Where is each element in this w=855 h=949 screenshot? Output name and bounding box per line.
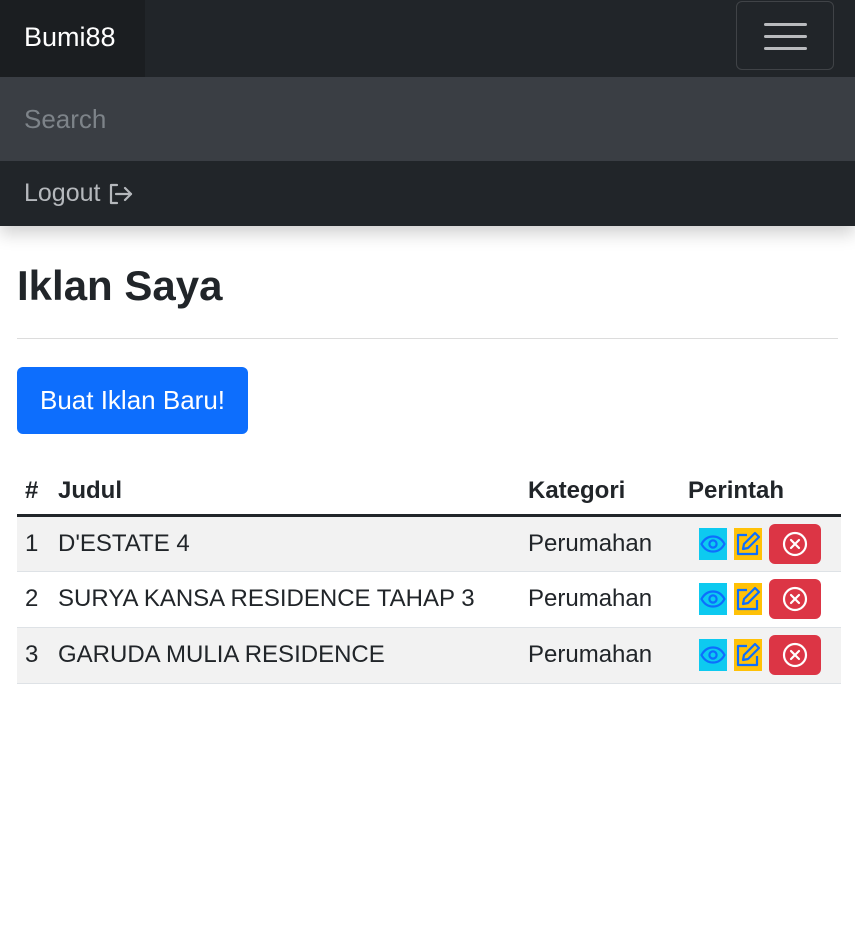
- view-button[interactable]: [699, 639, 727, 671]
- row-actions: [688, 515, 841, 572]
- search-input[interactable]: [0, 77, 855, 161]
- divider: [17, 338, 838, 339]
- x-circle-icon: [782, 586, 808, 612]
- row-actions: [688, 571, 841, 628]
- navbar-bottom: Logout: [0, 161, 855, 226]
- create-ad-button[interactable]: Buat Iklan Baru!: [17, 367, 248, 434]
- x-circle-icon: [782, 531, 808, 556]
- navbar-toggler-button[interactable]: [736, 1, 834, 70]
- row-category: Perumahan: [528, 627, 688, 684]
- box-arrow-right-icon: [110, 183, 133, 204]
- pencil-square-icon: [736, 642, 761, 667]
- eye-icon: [700, 590, 726, 608]
- header-category: Kategori: [528, 469, 688, 517]
- edit-button[interactable]: [734, 583, 762, 615]
- view-button[interactable]: [699, 527, 727, 560]
- brand-link[interactable]: Bumi88: [0, 0, 145, 77]
- row-title: GARUDA MULIA RESIDENCE: [58, 627, 528, 684]
- table-row: 2 SURYA KANSA RESIDENCE TAHAP 3 Perumaha…: [17, 571, 841, 628]
- page-title: Iklan Saya: [17, 262, 223, 309]
- logout-label: Logout: [24, 179, 101, 207]
- row-num: 1: [17, 515, 58, 572]
- row-category: Perumahan: [528, 515, 688, 572]
- table-row: 3 GARUDA MULIA RESIDENCE Perumahan: [17, 627, 841, 684]
- x-circle-icon: [782, 642, 808, 668]
- main-content: Iklan Saya Buat Iklan Baru! # Judul Kate…: [0, 226, 855, 684]
- header-title: Judul: [58, 469, 528, 517]
- delete-button[interactable]: [769, 523, 821, 564]
- edit-button[interactable]: [734, 639, 762, 671]
- row-title: SURYA KANSA RESIDENCE TAHAP 3: [58, 571, 528, 628]
- row-num: 3: [17, 627, 58, 684]
- header-actions: Perintah: [688, 469, 841, 517]
- eye-icon: [700, 646, 726, 664]
- header-num: #: [17, 469, 58, 517]
- delete-button[interactable]: [769, 579, 821, 619]
- row-category: Perumahan: [528, 571, 688, 628]
- delete-button[interactable]: [769, 635, 821, 675]
- ads-table: # Judul Kategori Perintah 1 D'ESTATE 4 P…: [17, 469, 841, 684]
- edit-button[interactable]: [734, 527, 762, 560]
- view-button[interactable]: [699, 583, 727, 615]
- pencil-square-icon: [736, 531, 761, 555]
- pencil-square-icon: [736, 586, 761, 611]
- navbar: Bumi88 Logout: [0, 0, 855, 226]
- row-title: D'ESTATE 4: [58, 515, 528, 572]
- table-header-row: # Judul Kategori Perintah: [17, 469, 841, 517]
- row-num: 2: [17, 571, 58, 628]
- navbar-top: Bumi88: [0, 0, 855, 77]
- row-actions: [688, 627, 841, 684]
- table-row: 1 D'ESTATE 4 Perumahan: [17, 515, 841, 572]
- logout-link[interactable]: Logout: [24, 179, 134, 208]
- eye-icon: [700, 534, 726, 553]
